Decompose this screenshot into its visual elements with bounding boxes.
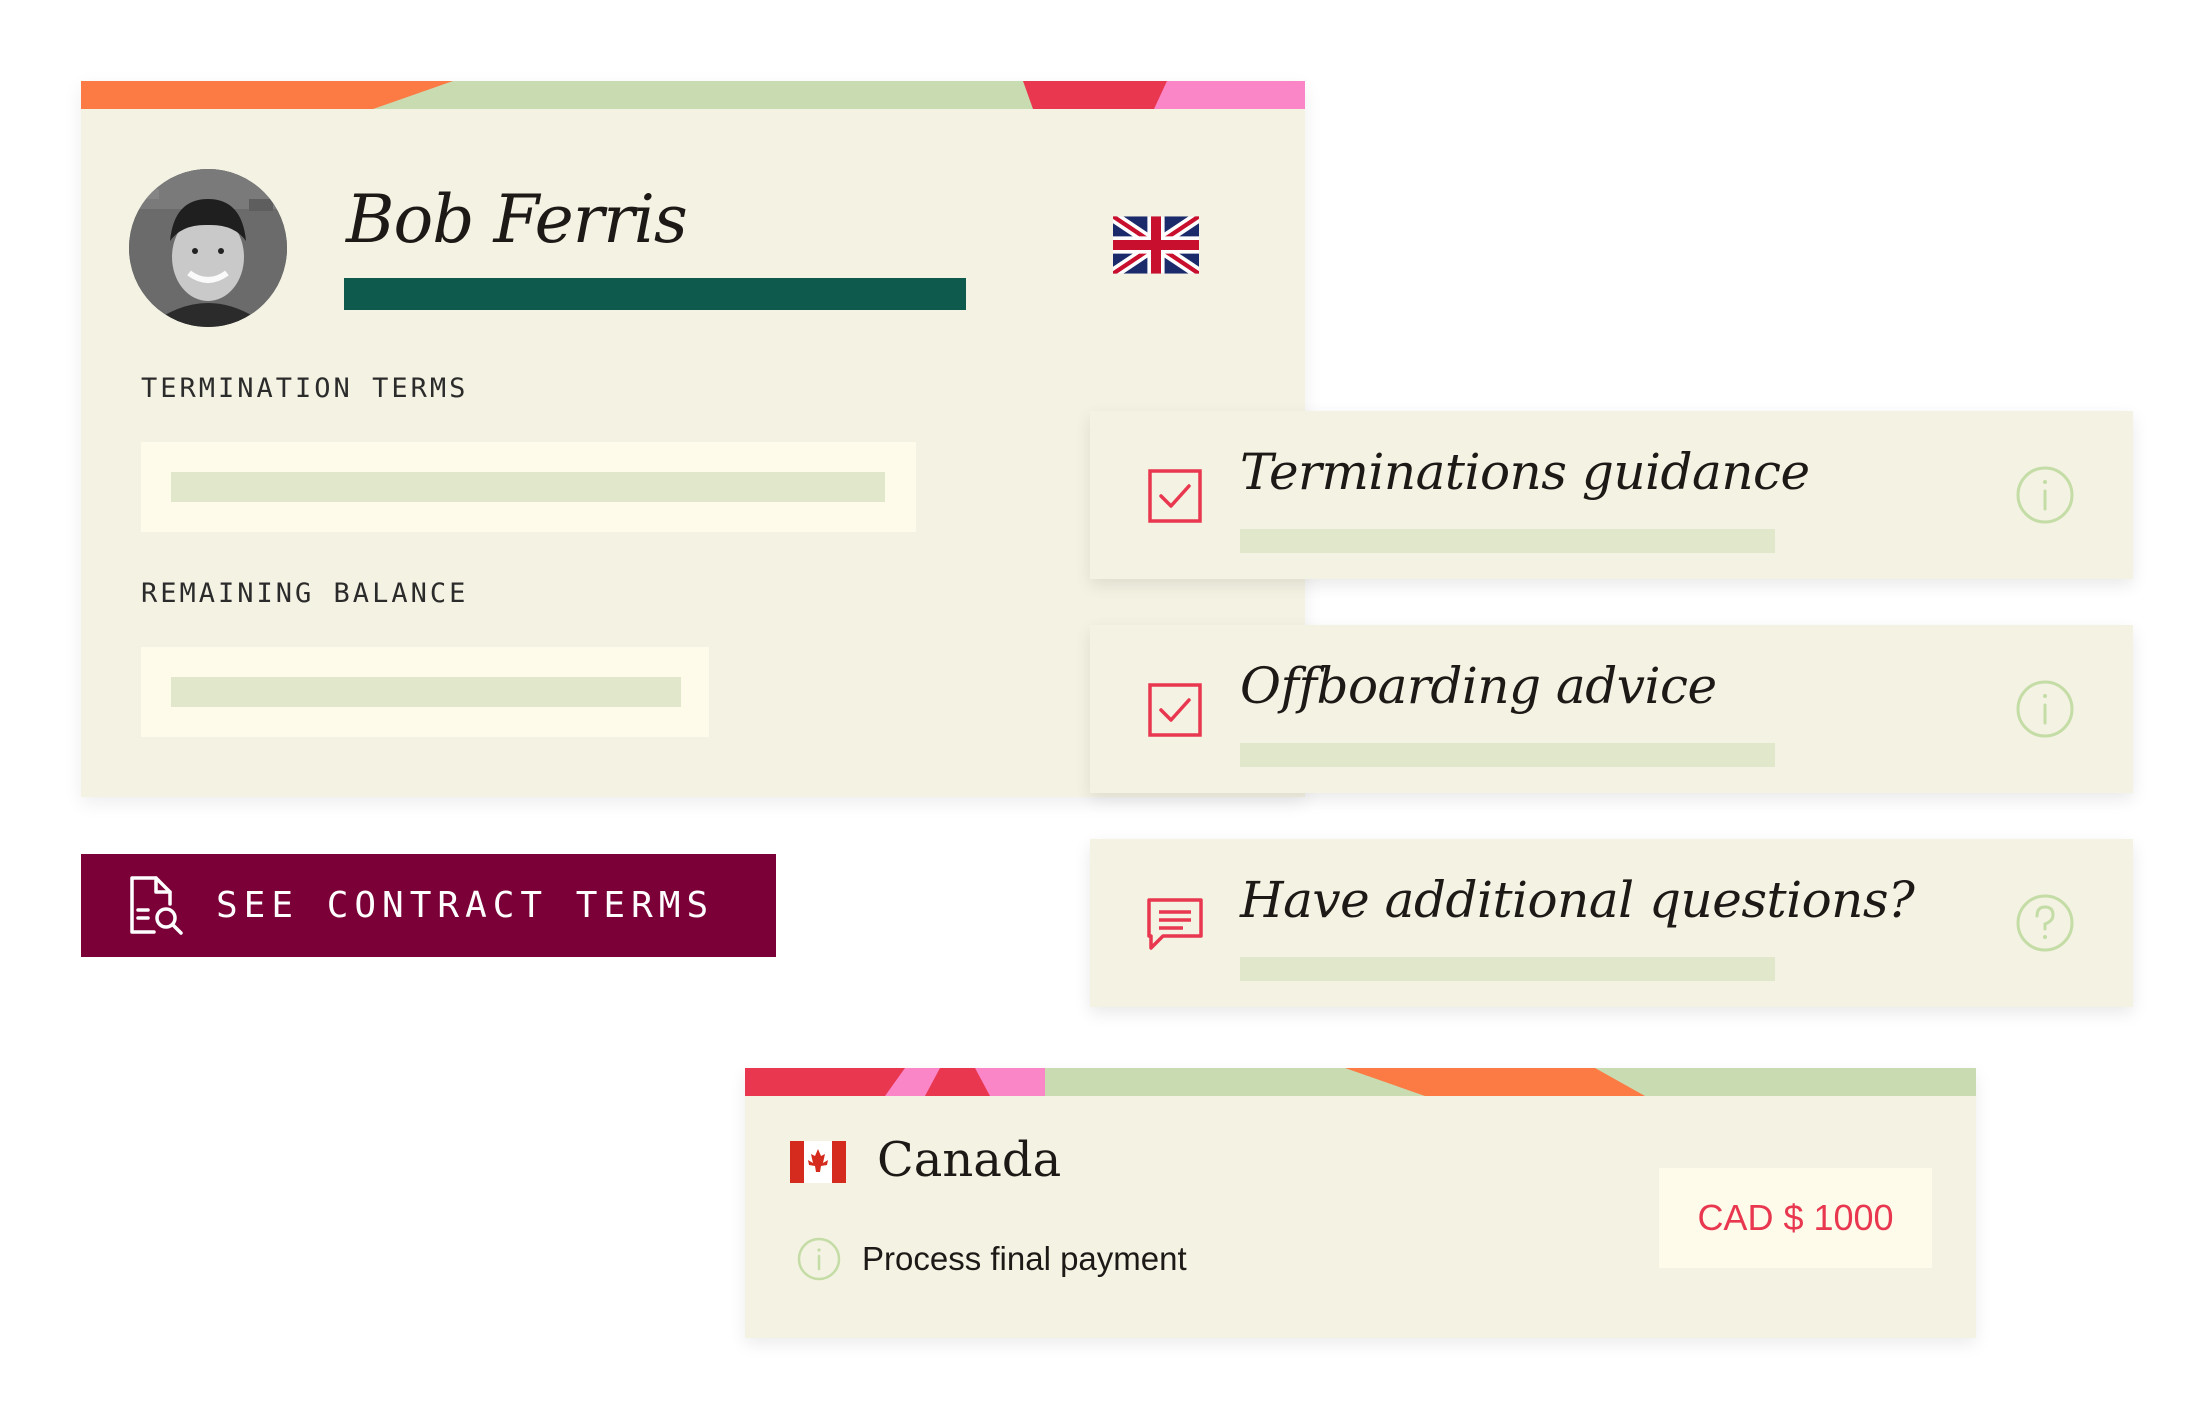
employee-name: Bob Ferris (346, 181, 688, 258)
guidance-placeholder-bar (1240, 529, 1775, 553)
decorative-stripe (81, 81, 1305, 109)
avatar (129, 169, 287, 327)
termination-terms-field (141, 442, 916, 532)
guidance-title: Terminations guidance (1240, 443, 1810, 501)
guidance-card-offboarding[interactable]: Offboarding advice (1090, 625, 2133, 793)
see-contract-terms-label: SEE CONTRACT TERMS (216, 885, 715, 926)
payment-task-label: Process final payment (862, 1240, 1187, 1277)
field-placeholder (171, 677, 681, 707)
remaining-balance-field (141, 647, 709, 737)
amount-badge: CAD $ 1000 (1659, 1168, 1932, 1268)
checked-checkbox-icon (1148, 469, 1202, 523)
checked-checkbox-icon (1148, 683, 1202, 737)
see-contract-terms-button[interactable]: SEE CONTRACT TERMS (81, 854, 776, 957)
country-name: Canada (877, 1132, 1062, 1188)
guidance-placeholder-bar (1240, 957, 1775, 981)
remaining-balance-label: REMAINING BALANCE (141, 578, 469, 609)
payment-card: Canada Process final payment CAD $ 1000 (745, 1068, 1976, 1338)
canada-flag-icon (790, 1141, 846, 1183)
payment-amount: CAD $ 1000 (1697, 1197, 1894, 1238)
guidance-title: Offboarding advice (1240, 657, 1717, 715)
name-underline (344, 278, 966, 310)
info-icon[interactable] (797, 1237, 841, 1281)
info-icon[interactable] (2015, 465, 2075, 525)
info-icon[interactable] (2015, 679, 2075, 739)
chat-bubble-icon (1147, 898, 1203, 950)
question-icon[interactable] (2015, 893, 2075, 953)
guidance-placeholder-bar (1240, 743, 1775, 767)
guidance-card-questions[interactable]: Have additional questions? (1090, 839, 2133, 1007)
uk-flag-icon (1113, 216, 1199, 274)
document-search-icon (130, 876, 183, 935)
guidance-card-terminations[interactable]: Terminations guidance (1090, 411, 2133, 579)
decorative-stripe (745, 1068, 1976, 1096)
guidance-title: Have additional questions? (1240, 871, 1915, 929)
termination-terms-label: TERMINATION TERMS (141, 373, 469, 404)
field-placeholder (171, 472, 885, 502)
